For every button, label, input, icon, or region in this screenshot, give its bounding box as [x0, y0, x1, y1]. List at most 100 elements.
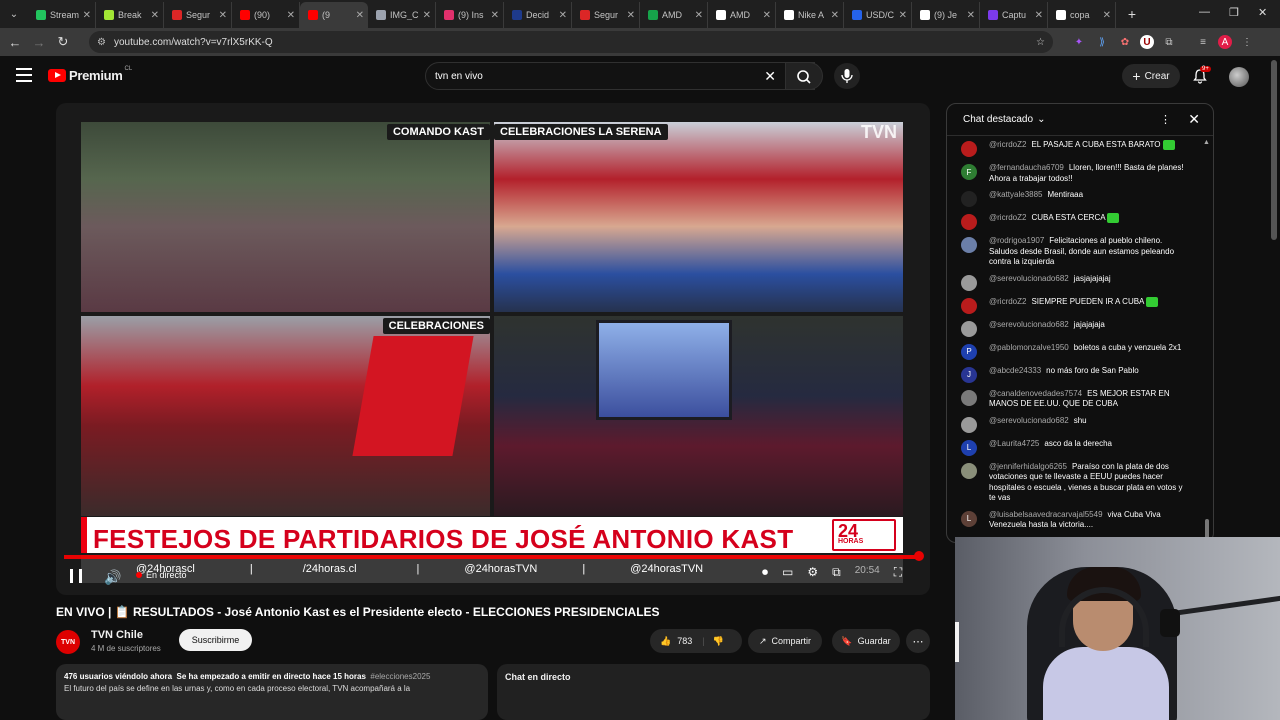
tab-close-icon[interactable]: ✕: [627, 10, 635, 21]
video-player[interactable]: COMANDO KAST CELEBRACIONES LA SERENA TVN…: [56, 103, 930, 595]
chat-author-avatar[interactable]: L: [961, 439, 977, 456]
tab-close-icon[interactable]: ✕: [219, 10, 227, 21]
browser-tab[interactable]: (9 ✕: [300, 2, 368, 28]
chat-message[interactable]: @kattyale3885 Mentiraaa: [947, 190, 1199, 207]
browser-tab[interactable]: AMD ✕: [640, 2, 708, 28]
chat-author[interactable]: @fernandaucha6709: [989, 163, 1064, 172]
chat-author[interactable]: @rodrigoa1907: [989, 236, 1044, 245]
chat-author[interactable]: @Laurita4725: [989, 439, 1039, 448]
subtitles-icon[interactable]: ▭: [782, 565, 793, 580]
chat-author[interactable]: @serevolucionado682: [989, 320, 1069, 329]
browser-tab[interactable]: (9) Je ✕: [912, 2, 980, 28]
chat-message[interactable]: @serevolucionado682 jajajajaja: [947, 320, 1199, 337]
chat-author-avatar[interactable]: F: [961, 164, 977, 180]
youtube-logo[interactable]: Premium CL: [48, 66, 132, 83]
chat-message[interactable]: @serevolucionado682 shu: [947, 416, 1199, 433]
create-button[interactable]: + Crear: [1122, 64, 1180, 88]
description-box[interactable]: 476 usuarios viéndolo ahora Se ha empeza…: [56, 664, 488, 720]
chat-author-avatar[interactable]: [961, 274, 977, 291]
channel-avatar[interactable]: TVN: [56, 630, 80, 654]
extension-badge-icon[interactable]: ✿: [1117, 35, 1133, 49]
chat-author[interactable]: @pablomonzalve1950: [989, 343, 1069, 352]
hamburger-menu-icon[interactable]: [16, 68, 32, 82]
subscribe-button[interactable]: Suscribirme: [179, 629, 252, 651]
profile-avatar[interactable]: A: [1218, 35, 1232, 49]
browser-tab[interactable]: Segur ✕: [572, 2, 640, 28]
miniplayer-icon[interactable]: ⧉: [832, 565, 841, 580]
tab-close-icon[interactable]: ✕: [967, 10, 975, 21]
reading-list-icon[interactable]: ≡: [1195, 35, 1211, 49]
chat-message[interactable]: J @abcde24333 no más foro de San Pablo: [947, 366, 1199, 383]
url-bar[interactable]: ⚙ youtube.com/watch?v=v7rlX5rKK-Q ☆: [89, 31, 1053, 53]
like-count[interactable]: 783: [677, 636, 692, 646]
chat-author[interactable]: @ricrdoZ2: [989, 297, 1026, 306]
tab-close-icon[interactable]: ✕: [559, 10, 567, 21]
search-input[interactable]: tvn en vivo ✕: [425, 62, 815, 90]
tab-search-icon[interactable]: ⌄: [4, 4, 24, 24]
chat-message[interactable]: F @fernandaucha6709 Lloren, lloren!!! Bast…: [947, 163, 1199, 184]
browser-tab[interactable]: Segur ✕: [164, 2, 232, 28]
share-button[interactable]: ↗ Compartir: [748, 629, 822, 653]
pause-icon[interactable]: [70, 569, 82, 583]
chat-message[interactable]: @canaldenovedades7574 ES MEJOR ESTAR EN M…: [947, 389, 1199, 410]
chevron-down-icon[interactable]: ⌄: [1037, 114, 1045, 125]
voice-search-button[interactable]: [834, 63, 860, 89]
tab-close-icon[interactable]: ✕: [151, 10, 159, 21]
live-indicator[interactable]: En directo: [136, 570, 187, 580]
chat-author-avatar[interactable]: P: [961, 343, 977, 360]
tab-close-icon[interactable]: ✕: [899, 10, 907, 21]
ublock-icon[interactable]: U: [1140, 35, 1154, 49]
browser-tab[interactable]: USD/C ✕: [844, 2, 912, 28]
scrubber-handle[interactable]: [914, 551, 924, 561]
more-actions-icon[interactable]: ⋯: [906, 629, 930, 653]
extension-icon[interactable]: ✦: [1071, 35, 1087, 49]
chat-author[interactable]: @ricrdoZ2: [989, 140, 1026, 149]
chat-scrollbar[interactable]: ▲: [1203, 139, 1210, 539]
browser-tab[interactable]: AMD ✕: [708, 2, 776, 28]
browser-tab[interactable]: copa ✕: [1048, 2, 1116, 28]
chat-message[interactable]: L @Laurita4725 asco da la derecha: [947, 439, 1199, 456]
scroll-thumb[interactable]: [1205, 519, 1209, 539]
search-button[interactable]: [785, 62, 823, 90]
tab-close-icon[interactable]: ✕: [831, 10, 839, 21]
tab-close-icon[interactable]: ✕: [763, 10, 771, 21]
chat-author-avatar[interactable]: [961, 191, 977, 207]
chat-author-avatar[interactable]: J: [961, 366, 977, 383]
site-info-icon[interactable]: ⚙: [97, 37, 106, 48]
chat-author-avatar[interactable]: [961, 297, 977, 314]
chat-message[interactable]: L @luisabelsaavedracarvajal5549 viva Cuba …: [947, 510, 1199, 531]
close-window-icon[interactable]: ✕: [1258, 6, 1267, 19]
browser-tab[interactable]: Captu ✕: [980, 2, 1048, 28]
new-tab-button[interactable]: +: [1122, 6, 1142, 22]
tab-close-icon[interactable]: ✕: [695, 10, 703, 21]
account-avatar[interactable]: [1229, 67, 1249, 87]
tab-close-icon[interactable]: ✕: [423, 10, 431, 21]
tab-close-icon[interactable]: ✕: [1035, 10, 1043, 21]
browser-tab[interactable]: (9) Ins ✕: [436, 2, 504, 28]
tab-close-icon[interactable]: ✕: [287, 10, 295, 21]
bookmark-star-icon[interactable]: ☆: [1036, 37, 1045, 48]
clear-search-icon[interactable]: ✕: [764, 68, 776, 85]
settings-gear-icon[interactable]: ⚙: [807, 565, 818, 580]
chat-author-avatar[interactable]: [961, 214, 977, 230]
chrome-menu-icon[interactable]: ⋮: [1239, 35, 1255, 49]
autoplay-toggle-icon[interactable]: ⏺: [762, 565, 768, 580]
volume-icon[interactable]: 🔊: [104, 569, 121, 586]
tab-close-icon[interactable]: ✕: [83, 10, 91, 21]
chat-message[interactable]: @serevolucionado682 jasjajajajaj: [947, 274, 1199, 291]
browser-tab[interactable]: IMG_C ✕: [368, 2, 436, 28]
chat-message[interactable]: @jenniferhidalgo6265 Paraíso con la plata…: [947, 462, 1199, 504]
chat-message[interactable]: @rodrigoa1907 Felicitaciones al pueblo ch…: [947, 236, 1199, 268]
reload-icon[interactable]: ↻: [51, 34, 75, 50]
browser-tab[interactable]: Break ✕: [96, 2, 164, 28]
extensions-puzzle-icon[interactable]: ⧉: [1161, 35, 1177, 49]
chat-message[interactable]: @ricrdoZ2 SIEMPRE PUEDEN IR A CUBA: [947, 296, 1199, 314]
chat-author-avatar[interactable]: [961, 389, 977, 406]
chat-author[interactable]: @abcde24333: [989, 366, 1041, 375]
close-chat-icon[interactable]: ✕: [1188, 111, 1200, 128]
dislike-icon[interactable]: 👎: [713, 636, 724, 647]
chat-author[interactable]: @luisabelsaavedracarvajal5549: [989, 510, 1103, 519]
scroll-up-icon[interactable]: ▲: [1203, 139, 1210, 146]
chat-message[interactable]: @ricrdoZ2 CUBA ESTA CERCA: [947, 213, 1199, 230]
chat-author[interactable]: @serevolucionado682: [989, 416, 1069, 425]
